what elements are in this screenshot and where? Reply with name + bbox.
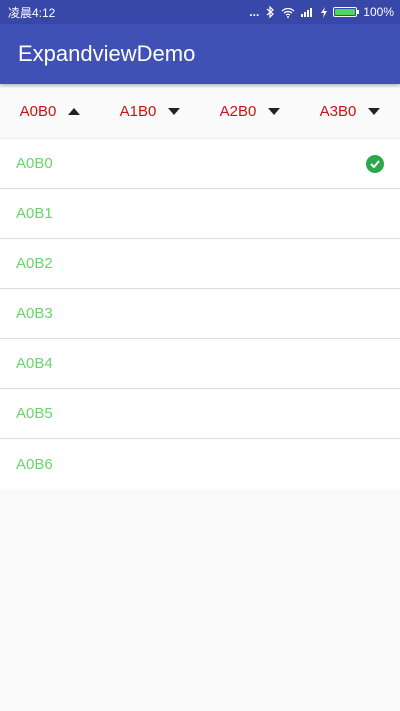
list-item-a0b1[interactable]: A0B1: [0, 189, 400, 239]
list-item-label: A0B4: [16, 355, 53, 372]
arrow-down-icon: [368, 107, 381, 115]
list-item-a0b4[interactable]: A0B4: [0, 339, 400, 389]
list-item-label: A0B0: [16, 155, 53, 172]
status-icons: ... 100%: [249, 5, 394, 19]
tab-a1b0[interactable]: A1B0: [100, 103, 200, 120]
tab-a3b0[interactable]: A3B0: [300, 103, 400, 120]
check-circle-icon: [366, 154, 384, 173]
battery-text: 100%: [363, 5, 394, 19]
wifi-icon: [281, 7, 295, 18]
app-bar: ExpandviewDemo: [0, 24, 400, 84]
signal-icon: [301, 8, 313, 17]
status-time: 凌晨4:12: [8, 5, 56, 20]
battery-icon: [333, 7, 360, 17]
arrow-down-icon: [168, 107, 181, 115]
battery-level: [335, 9, 356, 15]
tab-label: A1B0: [119, 102, 157, 120]
list-item-label: A0B5: [16, 405, 53, 422]
list-item-a0b2[interactable]: A0B2: [0, 239, 400, 289]
list-item-label: A0B3: [16, 305, 53, 322]
arrow-down-icon: [268, 107, 281, 115]
list-item-a0b3[interactable]: A0B3: [0, 289, 400, 339]
tab-a2b0[interactable]: A2B0: [200, 103, 300, 120]
charging-icon: [321, 6, 328, 18]
list-item-label: A0B2: [16, 255, 53, 272]
option-list: A0B0 A0B1 A0B2 A0B3 A0B4 A0B5 A0B6: [0, 139, 400, 489]
tab-label: A2B0: [219, 102, 257, 120]
status-bar: 凌晨4:12 ... 100%: [0, 0, 400, 24]
bluetooth-icon: [266, 6, 275, 18]
list-item-a0b0[interactable]: A0B0: [0, 139, 400, 189]
more-dots: ...: [249, 5, 260, 19]
tab-label: A0B0: [19, 102, 57, 120]
tab-a0b0[interactable]: A0B0: [0, 103, 100, 120]
list-item-label: A0B1: [16, 205, 53, 222]
tab-label: A3B0: [319, 102, 357, 120]
list-item-label: A0B6: [16, 455, 53, 473]
arrow-up-icon: [68, 107, 81, 115]
list-item-a0b5[interactable]: A0B5: [0, 389, 400, 439]
expand-tab-bar: A0B0 A1B0 A2B0 A3B0: [0, 84, 400, 139]
list-item-a0b6[interactable]: A0B6: [0, 439, 400, 489]
app-title: ExpandviewDemo: [18, 41, 196, 66]
